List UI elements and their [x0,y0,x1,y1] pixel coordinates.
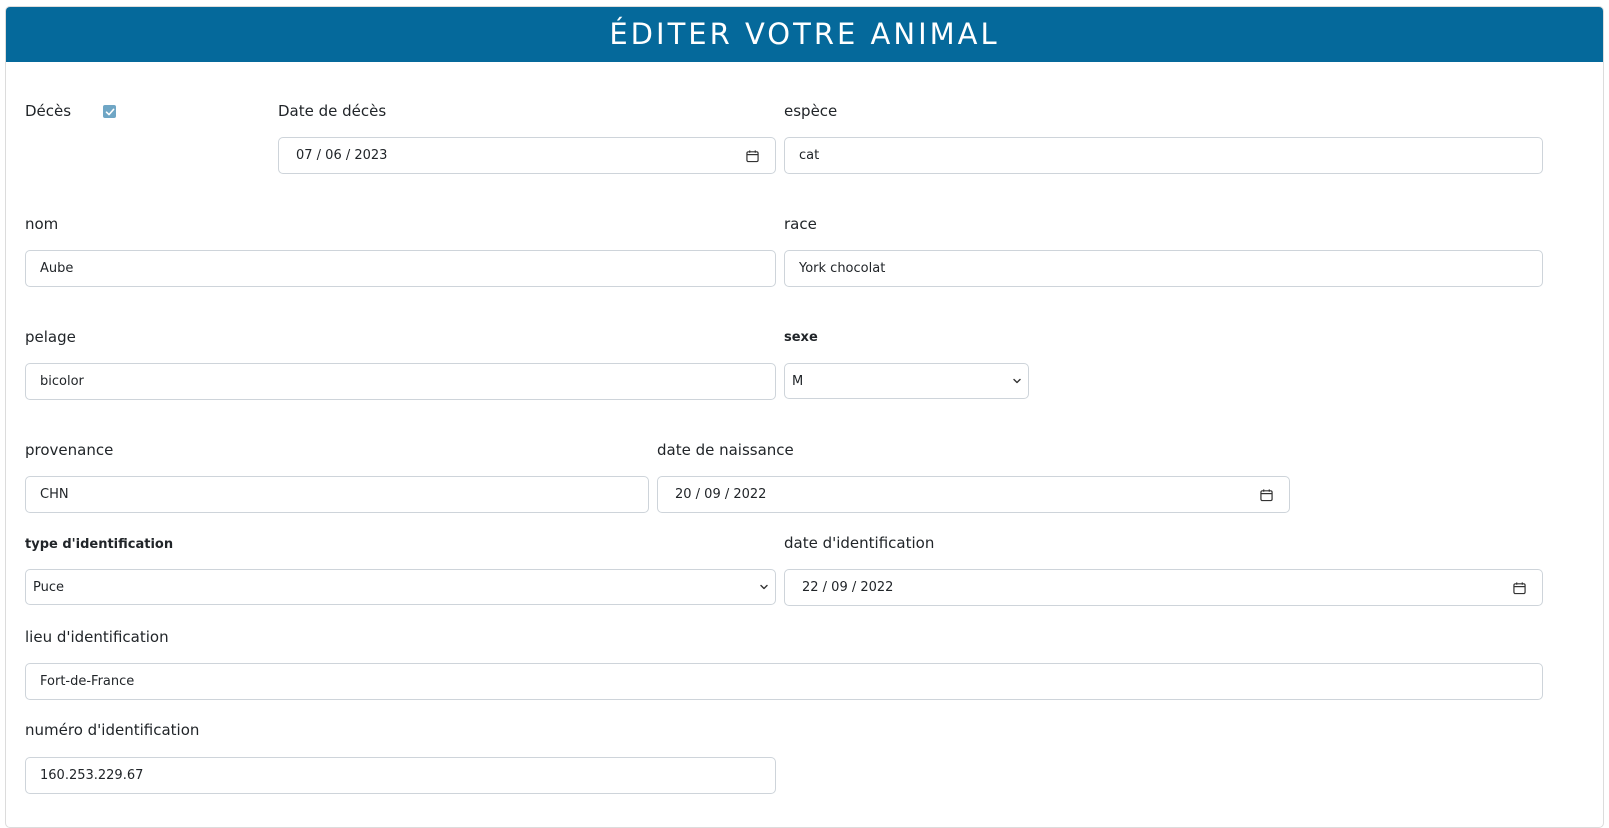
sexe-select[interactable]: M [784,363,1029,399]
lieu-identification-input[interactable]: Fort-de-France [25,663,1543,700]
calendar-icon[interactable] [746,149,759,162]
numero-identification-value: 160.253.229.67 [40,768,144,783]
deces-checkbox[interactable] [103,105,116,118]
race-input[interactable]: York chocolat [784,250,1543,287]
sexe-value: M [792,373,804,389]
nom-value: Aube [40,261,74,276]
numero-identification-input[interactable]: 160.253.229.67 [25,757,776,794]
deces-label: Décès [25,102,72,120]
date-naissance-label: date de naissance [657,441,794,459]
chevron-down-icon [760,584,768,590]
date-naissance-input[interactable]: 20 / 09 / 2022 [657,476,1290,513]
pelage-label: pelage [25,328,76,346]
espece-input[interactable]: cat [784,137,1543,174]
type-identification-value: Puce [33,579,64,595]
date-identification-input[interactable]: 22 / 09 / 2022 [784,569,1543,606]
sexe-label: sexe [784,330,818,345]
date-deces-value: 07 / 06 / 2023 [296,148,388,163]
pelage-input[interactable]: bicolor [25,363,776,400]
page-title: ÉDITER VOTRE ANIMAL [6,7,1603,62]
date-deces-label: Date de décès [278,102,387,120]
calendar-icon[interactable] [1260,488,1273,501]
checkmark-icon [105,108,114,115]
lieu-identification-value: Fort-de-France [40,674,135,689]
numero-identification-label: numéro d'identification [25,721,200,739]
date-naissance-value: 20 / 09 / 2022 [675,487,767,502]
race-label: race [784,215,817,233]
date-identification-value: 22 / 09 / 2022 [802,580,894,595]
chevron-down-icon [1013,378,1021,384]
nom-label: nom [25,215,59,233]
provenance-input[interactable]: CHN [25,476,649,513]
type-identification-select[interactable]: Puce [25,569,776,605]
date-deces-input[interactable]: 07 / 06 / 2023 [278,137,776,174]
nom-input[interactable]: Aube [25,250,776,287]
provenance-value: CHN [40,487,69,502]
pelage-value: bicolor [40,374,84,389]
provenance-label: provenance [25,441,114,459]
espece-label: espèce [784,102,838,120]
date-identification-label: date d'identification [784,534,935,552]
lieu-identification-label: lieu d'identification [25,628,169,646]
race-value: York chocolat [799,261,886,276]
espece-value: cat [799,148,820,163]
type-identification-label: type d'identification [25,537,174,552]
edit-animal-card: ÉDITER VOTRE ANIMAL [5,6,1604,828]
calendar-icon[interactable] [1513,581,1526,594]
